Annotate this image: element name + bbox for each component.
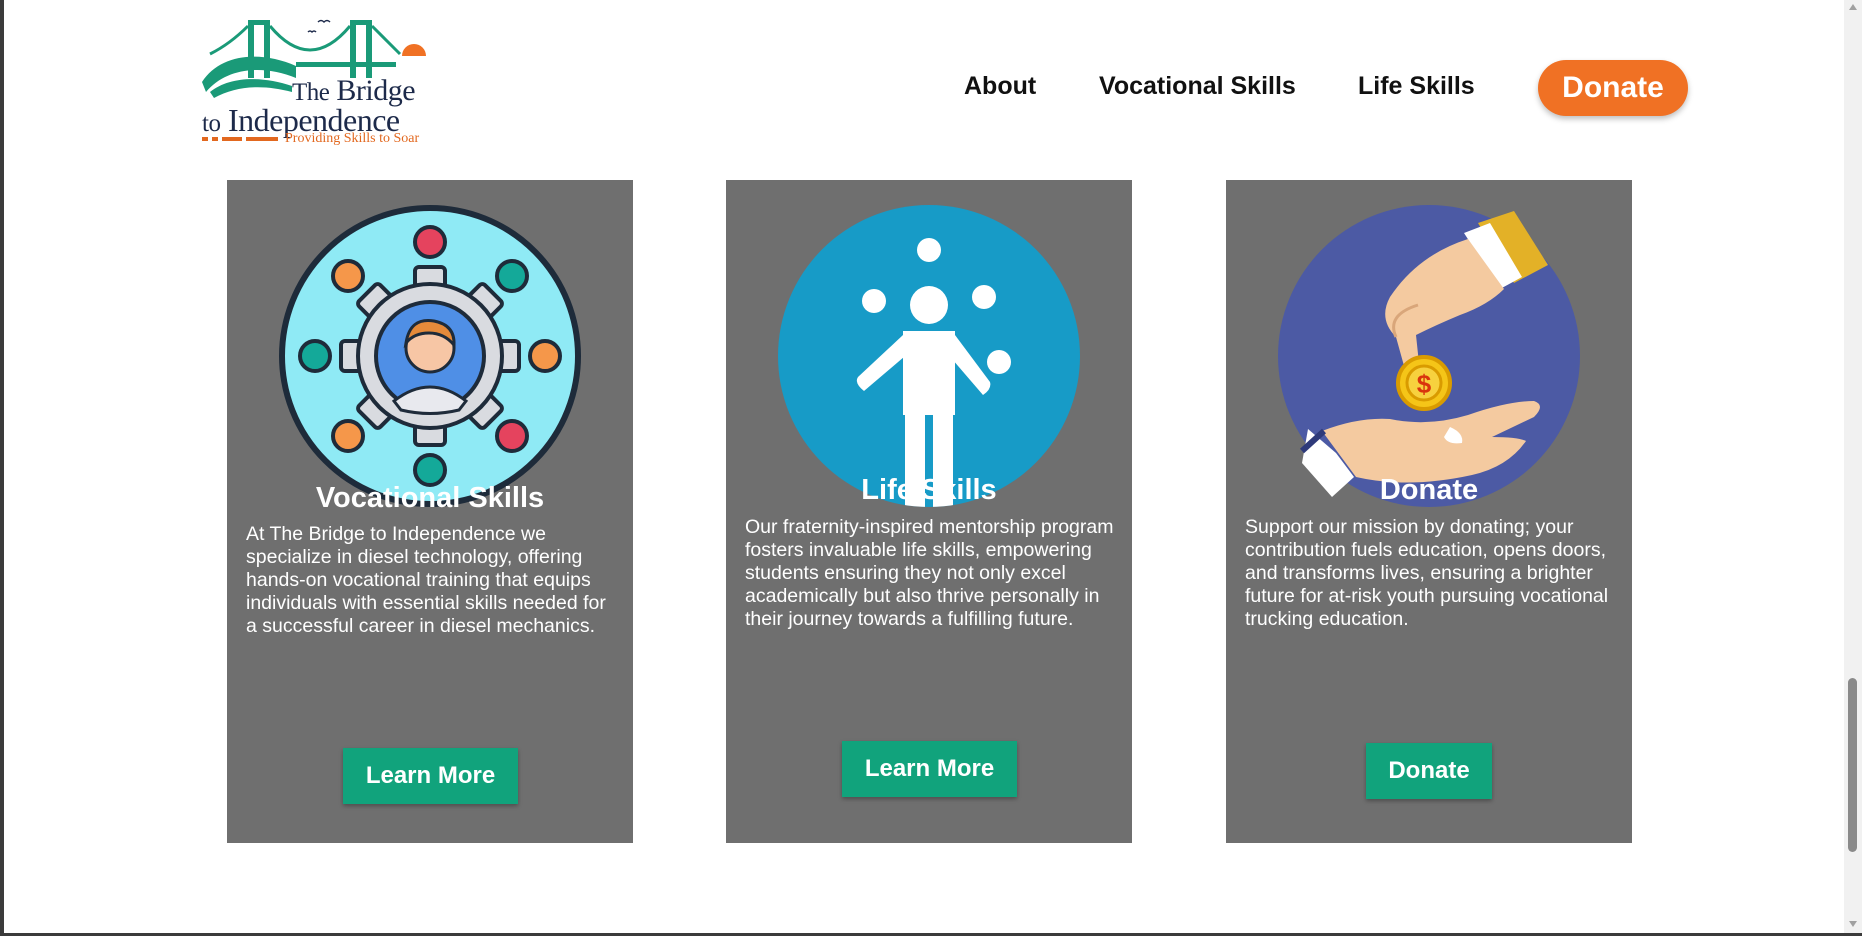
card-donate: $ Donate Support our mission by donating…	[1226, 180, 1632, 843]
card-description: Support our mission by donating; your co…	[1245, 516, 1609, 630]
card-life-skills: Life Skills Our fraternity-inspired ment…	[726, 180, 1132, 843]
card-description: At The Bridge to Independence we special…	[246, 523, 606, 637]
browser-viewport: The Bridge to Independence Providing Ski…	[0, 0, 1862, 936]
nav-link-vocational-skills[interactable]: Vocational Skills	[1099, 72, 1296, 101]
scroll-up-icon[interactable]	[1849, 4, 1857, 10]
logo-tagline: Providing Skills to Soar	[285, 131, 420, 146]
card-title: Life Skills	[861, 474, 997, 506]
svg-text:$: $	[1417, 369, 1432, 399]
page-scrollbar[interactable]	[1844, 0, 1862, 933]
scroll-down-icon[interactable]	[1849, 921, 1857, 927]
nav-donate-button[interactable]: Donate	[1538, 60, 1688, 116]
gear-person-network-icon	[279, 205, 581, 507]
card-title: Donate	[1379, 474, 1479, 506]
hands-coin-donation-icon: $	[1278, 205, 1580, 507]
site-logo[interactable]: The Bridge to Independence Providing Ski…	[200, 14, 434, 150]
learn-more-life-skills-button[interactable]: Learn More	[842, 741, 1017, 797]
juggling-person-icon	[778, 205, 1080, 507]
logo-dash-icon	[202, 137, 278, 141]
nav-link-life-skills[interactable]: Life Skills	[1358, 72, 1475, 101]
learn-more-vocational-button[interactable]: Learn More	[343, 748, 518, 804]
card-donate-button[interactable]: Donate	[1366, 743, 1492, 799]
card-vocational-skills: Vocational Skills At The Bridge to Indep…	[227, 180, 633, 843]
scrollbar-thumb[interactable]	[1848, 678, 1857, 852]
card-title: Vocational Skills	[315, 482, 545, 514]
nav-link-about[interactable]: About	[964, 72, 1036, 101]
card-description: Our fraternity-inspired mentorship progr…	[745, 516, 1114, 630]
